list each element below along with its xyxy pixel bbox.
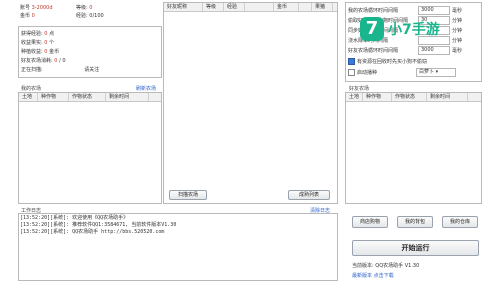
- stat-fruit: 收益果实: 0 个: [21, 40, 55, 46]
- setting-unit-5: 毫秒: [452, 48, 463, 54]
- log-line: [13:52:20][系统]: 推荐软件QQ1:3584671, 当前软件版本V…: [20, 222, 177, 228]
- watermark-text: 小7手游: [388, 22, 440, 38]
- setting-label-1: 我的农场循环时间间隔: [348, 8, 399, 14]
- shop-button[interactable]: 商店购物: [352, 216, 388, 228]
- col-fruit: 果猪: [312, 3, 333, 11]
- refresh-farm-link[interactable]: 刷新农场: [136, 85, 156, 92]
- col-remaining: 剩余时间: [427, 93, 468, 101]
- col-blank1: [245, 3, 274, 11]
- my-farm-list[interactable]: 土地 种作物 作物状态 剩余时间: [18, 92, 162, 204]
- chevron-down-icon: ▾: [435, 69, 439, 75]
- check-dog[interactable]: 有资源在回收时先买小狗不偷窃: [348, 58, 427, 65]
- setting-unit-1: 毫秒: [452, 8, 463, 14]
- col-land: 土地: [19, 93, 38, 101]
- my-farm-header: 土地 种作物 作物状态 剩余时间: [19, 93, 161, 102]
- download-link[interactable]: 点击下载: [374, 273, 394, 279]
- col-state: 作物状态: [69, 93, 106, 101]
- col-nickname: 好友昵称: [164, 3, 203, 11]
- friend-farm-title: 好友农场: [348, 85, 371, 92]
- latest-version: 最新版本 点击下载: [352, 273, 394, 279]
- scan-farm-button[interactable]: 扫描农场: [169, 190, 207, 200]
- friend-list-header: 好友昵称 等级 经验 金币 果猪: [164, 3, 337, 12]
- col-gold: 金币: [274, 3, 299, 11]
- col-crop: 种作物: [363, 93, 392, 101]
- col-remaining: 剩余时间: [106, 93, 149, 101]
- exp-label: 经验: 0/100: [76, 13, 104, 19]
- friend-farm-header: 土地 种作物 作物状态 剩余时间: [346, 93, 481, 102]
- my-farm-title: 我的农场: [20, 85, 43, 92]
- stat-plant: 种植收益: 0 金币: [21, 49, 60, 55]
- level-label: 等级: 0: [76, 5, 93, 11]
- start-button[interactable]: 开始运行: [352, 240, 479, 256]
- watermark-logo: 7 小7手游: [360, 14, 472, 44]
- friend-list[interactable]: 好友昵称 等级 经验 金币 果猪 扫描农场 成熟列表: [163, 2, 338, 204]
- col-blank2: [299, 3, 312, 11]
- log-lines: [13:52:20][系统]: 欢迎使用《QQ农场助手》 [13:52:20][…: [20, 215, 320, 236]
- checkbox-icon[interactable]: [348, 58, 355, 65]
- col-level: 等级: [203, 3, 224, 11]
- checkbox-icon[interactable]: [348, 69, 355, 76]
- stats-panel: 获得经验: 0 点 收益果实: 0 个 种植收益: 0 金币 好友农场消耗: 0…: [18, 26, 162, 78]
- log-line: [13:52:20][系统]: 欢迎使用《QQ农场助手》: [20, 215, 129, 221]
- bag-button[interactable]: 我的背包: [397, 216, 433, 228]
- col-state: 作物状态: [392, 93, 427, 101]
- stat-exp: 获得经验: 0 点: [21, 31, 55, 37]
- ripe-list-button[interactable]: 成熟列表: [288, 190, 330, 200]
- friend-farm-list[interactable]: 土地 种作物 作物状态 剩余时间: [345, 92, 482, 204]
- stat-scanning: 正在扫描: 请关注: [21, 67, 100, 73]
- logo-badge-icon: 7: [360, 17, 384, 41]
- current-version: 当前版本: QQ农场助手 V1.30: [352, 263, 420, 269]
- col-crop: 种作物: [38, 93, 69, 101]
- account-label: 账号 3-2000d: [20, 5, 53, 11]
- seed-select[interactable]: 白萝卜 ▾: [416, 68, 456, 77]
- warehouse-button[interactable]: 我的仓库: [442, 216, 478, 228]
- setting-input-5[interactable]: 3000: [418, 46, 450, 55]
- gold-label: 金币 0: [20, 13, 35, 19]
- stat-friend: 好友农场消耗: 0 / 0: [21, 58, 66, 64]
- col-land: 土地: [346, 93, 363, 101]
- col-exp: 经验: [224, 3, 245, 11]
- log-line: [13:52:20][系统]: QQ农场助手 http://bbs.520520…: [20, 229, 165, 235]
- check-sow[interactable]: 启动播种: [348, 69, 377, 76]
- setting-label-5: 好友农场循环时间间隔: [348, 48, 399, 54]
